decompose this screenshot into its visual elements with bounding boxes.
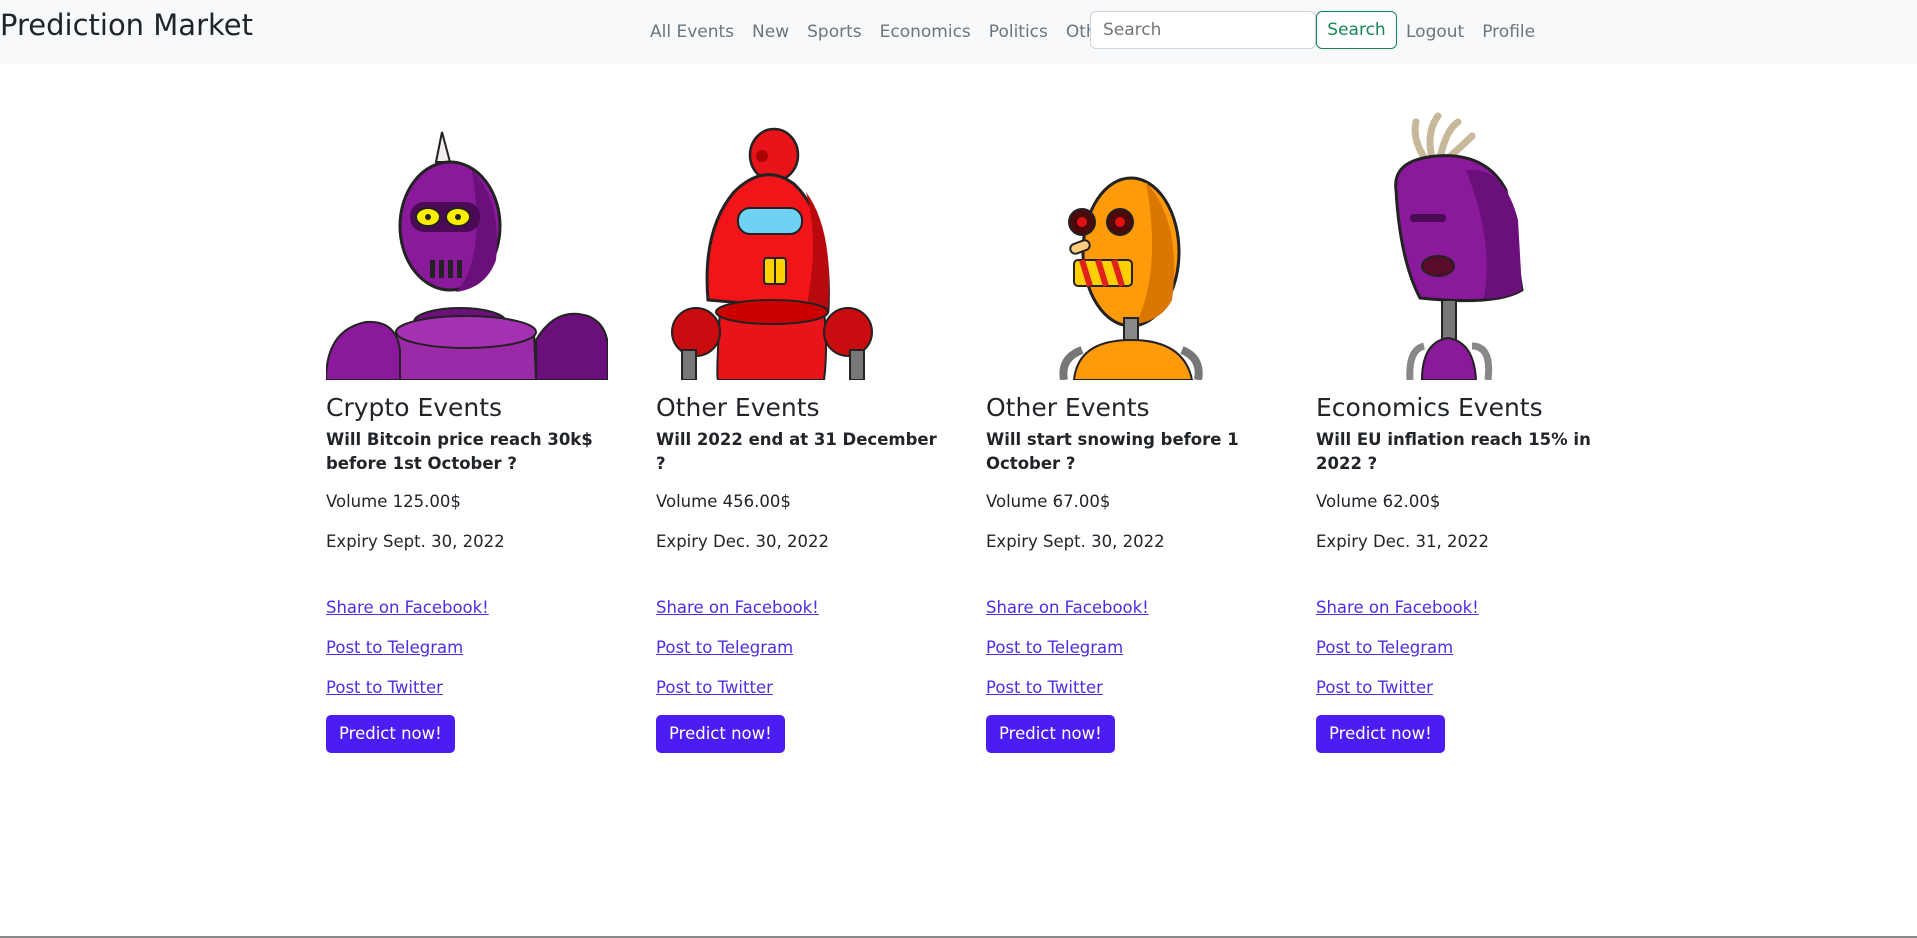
event-expiry: Expiry Sept. 30, 2022 [326,532,505,551]
nav-link-profile[interactable]: Profile [1482,22,1535,42]
share-facebook-link[interactable]: Share on Facebook! [326,598,616,618]
nav-link-economics[interactable]: Economics [880,22,971,42]
event-volume: Volume 62.00$ [1316,492,1441,511]
event-expiry: Expiry Sept. 30, 2022 [986,532,1165,551]
post-telegram-link[interactable]: Post to Telegram [656,638,946,658]
event-category: Crypto Events [326,393,503,422]
share-links: Share on Facebook! Post to Telegram Post… [986,598,1276,698]
orange-robot-image [1059,176,1203,380]
event-volume: Volume 125.00$ [326,492,461,511]
nav-link-all-events[interactable]: All Events [650,22,734,42]
share-facebook-link[interactable]: Share on Facebook! [1316,598,1606,618]
event-question: Will 2022 end at 31 December ? [656,430,937,473]
event-expiry: Expiry Dec. 31, 2022 [1316,532,1489,551]
share-links: Share on Facebook! Post to Telegram Post… [326,598,616,698]
purple-robot-antenna-image [326,131,608,380]
post-twitter-link[interactable]: Post to Twitter [1316,678,1606,698]
event-category: Other Events [656,393,820,422]
post-twitter-link[interactable]: Post to Twitter [986,678,1276,698]
event-question: Will EU inflation reach 15% in 2022 ? [1316,430,1591,473]
search-input[interactable] [1090,11,1316,49]
event-card: Crypto Events Will Bitcoin price reach 3… [326,110,616,753]
share-facebook-link[interactable]: Share on Facebook! [656,598,946,618]
share-links: Share on Facebook! Post to Telegram Post… [1316,598,1606,698]
nav-link-logout[interactable]: Logout [1406,22,1464,42]
navbar: Prediction Market All Events New Sports … [0,0,1917,64]
event-card: Other Events Will 2022 end at 31 Decembe… [656,110,946,753]
event-volume: Volume 456.00$ [656,492,791,511]
nav-right: Logout Profile [1406,0,1553,64]
post-telegram-link[interactable]: Post to Telegram [1316,638,1606,658]
predict-now-button[interactable]: Predict now! [986,715,1115,753]
post-twitter-link[interactable]: Post to Twitter [326,678,616,698]
event-card: Other Events Will start snowing before 1… [986,110,1276,753]
purple-robot-hair-image [1394,112,1524,380]
event-question: Will Bitcoin price reach 30k$ before 1st… [326,430,593,473]
predict-now-button[interactable]: Predict now! [1316,715,1445,753]
predict-now-button[interactable]: Predict now! [656,715,785,753]
brand-title[interactable]: Prediction Market [0,8,253,42]
predict-now-button[interactable]: Predict now! [326,715,455,753]
share-facebook-link[interactable]: Share on Facebook! [986,598,1276,618]
post-telegram-link[interactable]: Post to Telegram [986,638,1276,658]
nav-link-politics[interactable]: Politics [989,22,1048,42]
post-telegram-link[interactable]: Post to Telegram [326,638,616,658]
event-category: Economics Events [1316,393,1543,422]
event-card: Economics Events Will EU inflation reach… [1316,110,1606,753]
search-button[interactable]: Search [1316,11,1397,49]
nav-links: All Events New Sports Economics Politics… [650,0,1132,64]
post-twitter-link[interactable]: Post to Twitter [656,678,946,698]
event-expiry: Expiry Dec. 30, 2022 [656,532,829,551]
share-links: Share on Facebook! Post to Telegram Post… [656,598,946,698]
red-robot-image [671,127,873,380]
event-question: Will start snowing before 1 October ? [986,430,1239,473]
event-volume: Volume 67.00$ [986,492,1111,511]
nav-link-new[interactable]: New [752,22,789,42]
nav-link-sports[interactable]: Sports [807,22,862,42]
event-category: Other Events [986,393,1150,422]
